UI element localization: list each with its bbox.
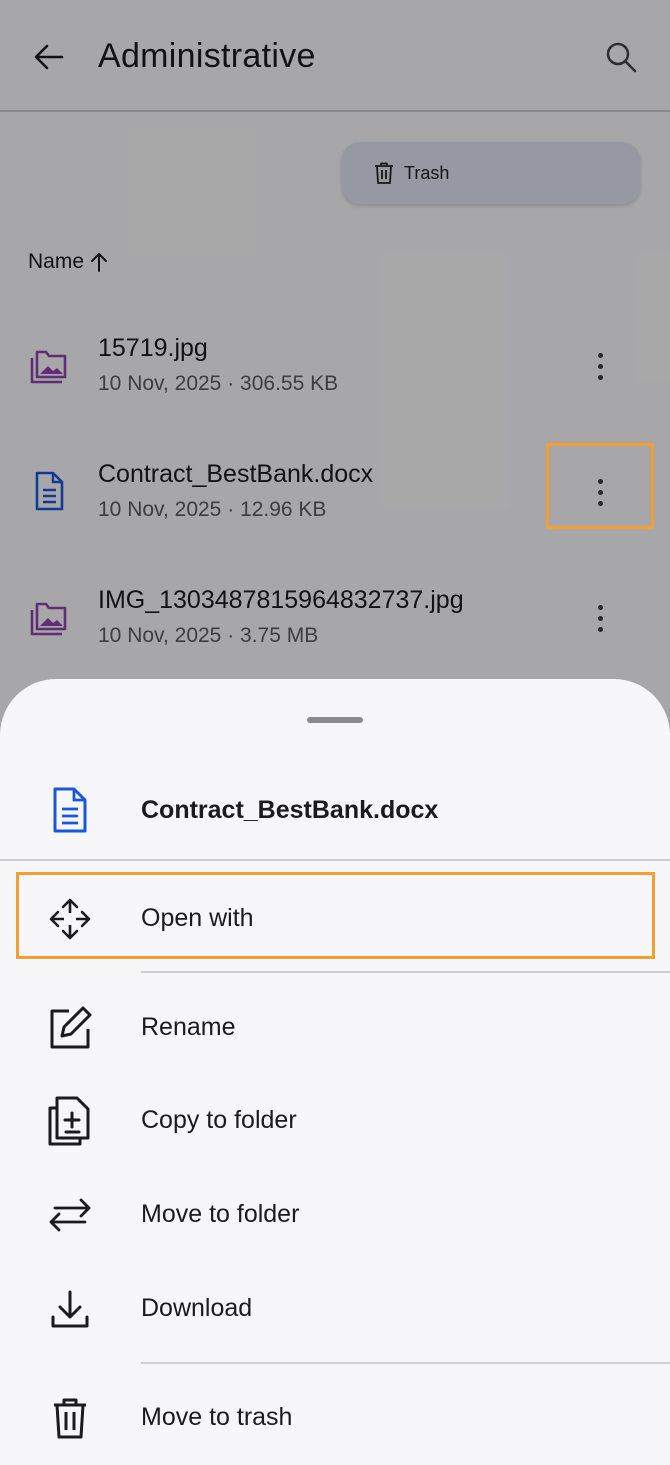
edit-icon — [46, 1004, 94, 1052]
menu-item-rename[interactable]: Rename — [0, 984, 670, 1072]
menu-item-label: Download — [141, 1294, 253, 1322]
document-icon — [48, 787, 92, 833]
menu-item-label: Copy to folder — [141, 1106, 297, 1134]
bottom-sheet: Contract_BestBank.docx Open with Rename … — [0, 679, 670, 1465]
trash-icon — [46, 1394, 94, 1442]
menu-item-label: Move to trash — [141, 1403, 293, 1431]
menu-item-label: Move to folder — [141, 1200, 300, 1228]
sheet-header: Contract_BestBank.docx — [0, 775, 670, 861]
download-icon — [46, 1285, 94, 1333]
screen: Administrative Trash Name 15719.jpg 10 N… — [0, 0, 670, 1465]
menu-item-move-to-trash[interactable]: Move to trash — [0, 1374, 670, 1462]
menu-item-download[interactable]: Download — [0, 1265, 670, 1353]
divider — [141, 1362, 670, 1364]
drag-handle[interactable] — [307, 717, 363, 723]
copy-icon — [46, 1096, 94, 1146]
highlight-box — [16, 872, 655, 959]
menu-item-move-to-folder[interactable]: Move to folder — [0, 1171, 670, 1259]
menu-item-copy-to-folder[interactable]: Copy to folder — [0, 1077, 670, 1165]
sheet-file-name: Contract_BestBank.docx — [141, 796, 439, 824]
divider — [141, 971, 670, 973]
menu-item-label: Rename — [141, 1013, 236, 1041]
highlight-box — [546, 443, 654, 529]
swap-arrows-icon — [46, 1191, 94, 1239]
